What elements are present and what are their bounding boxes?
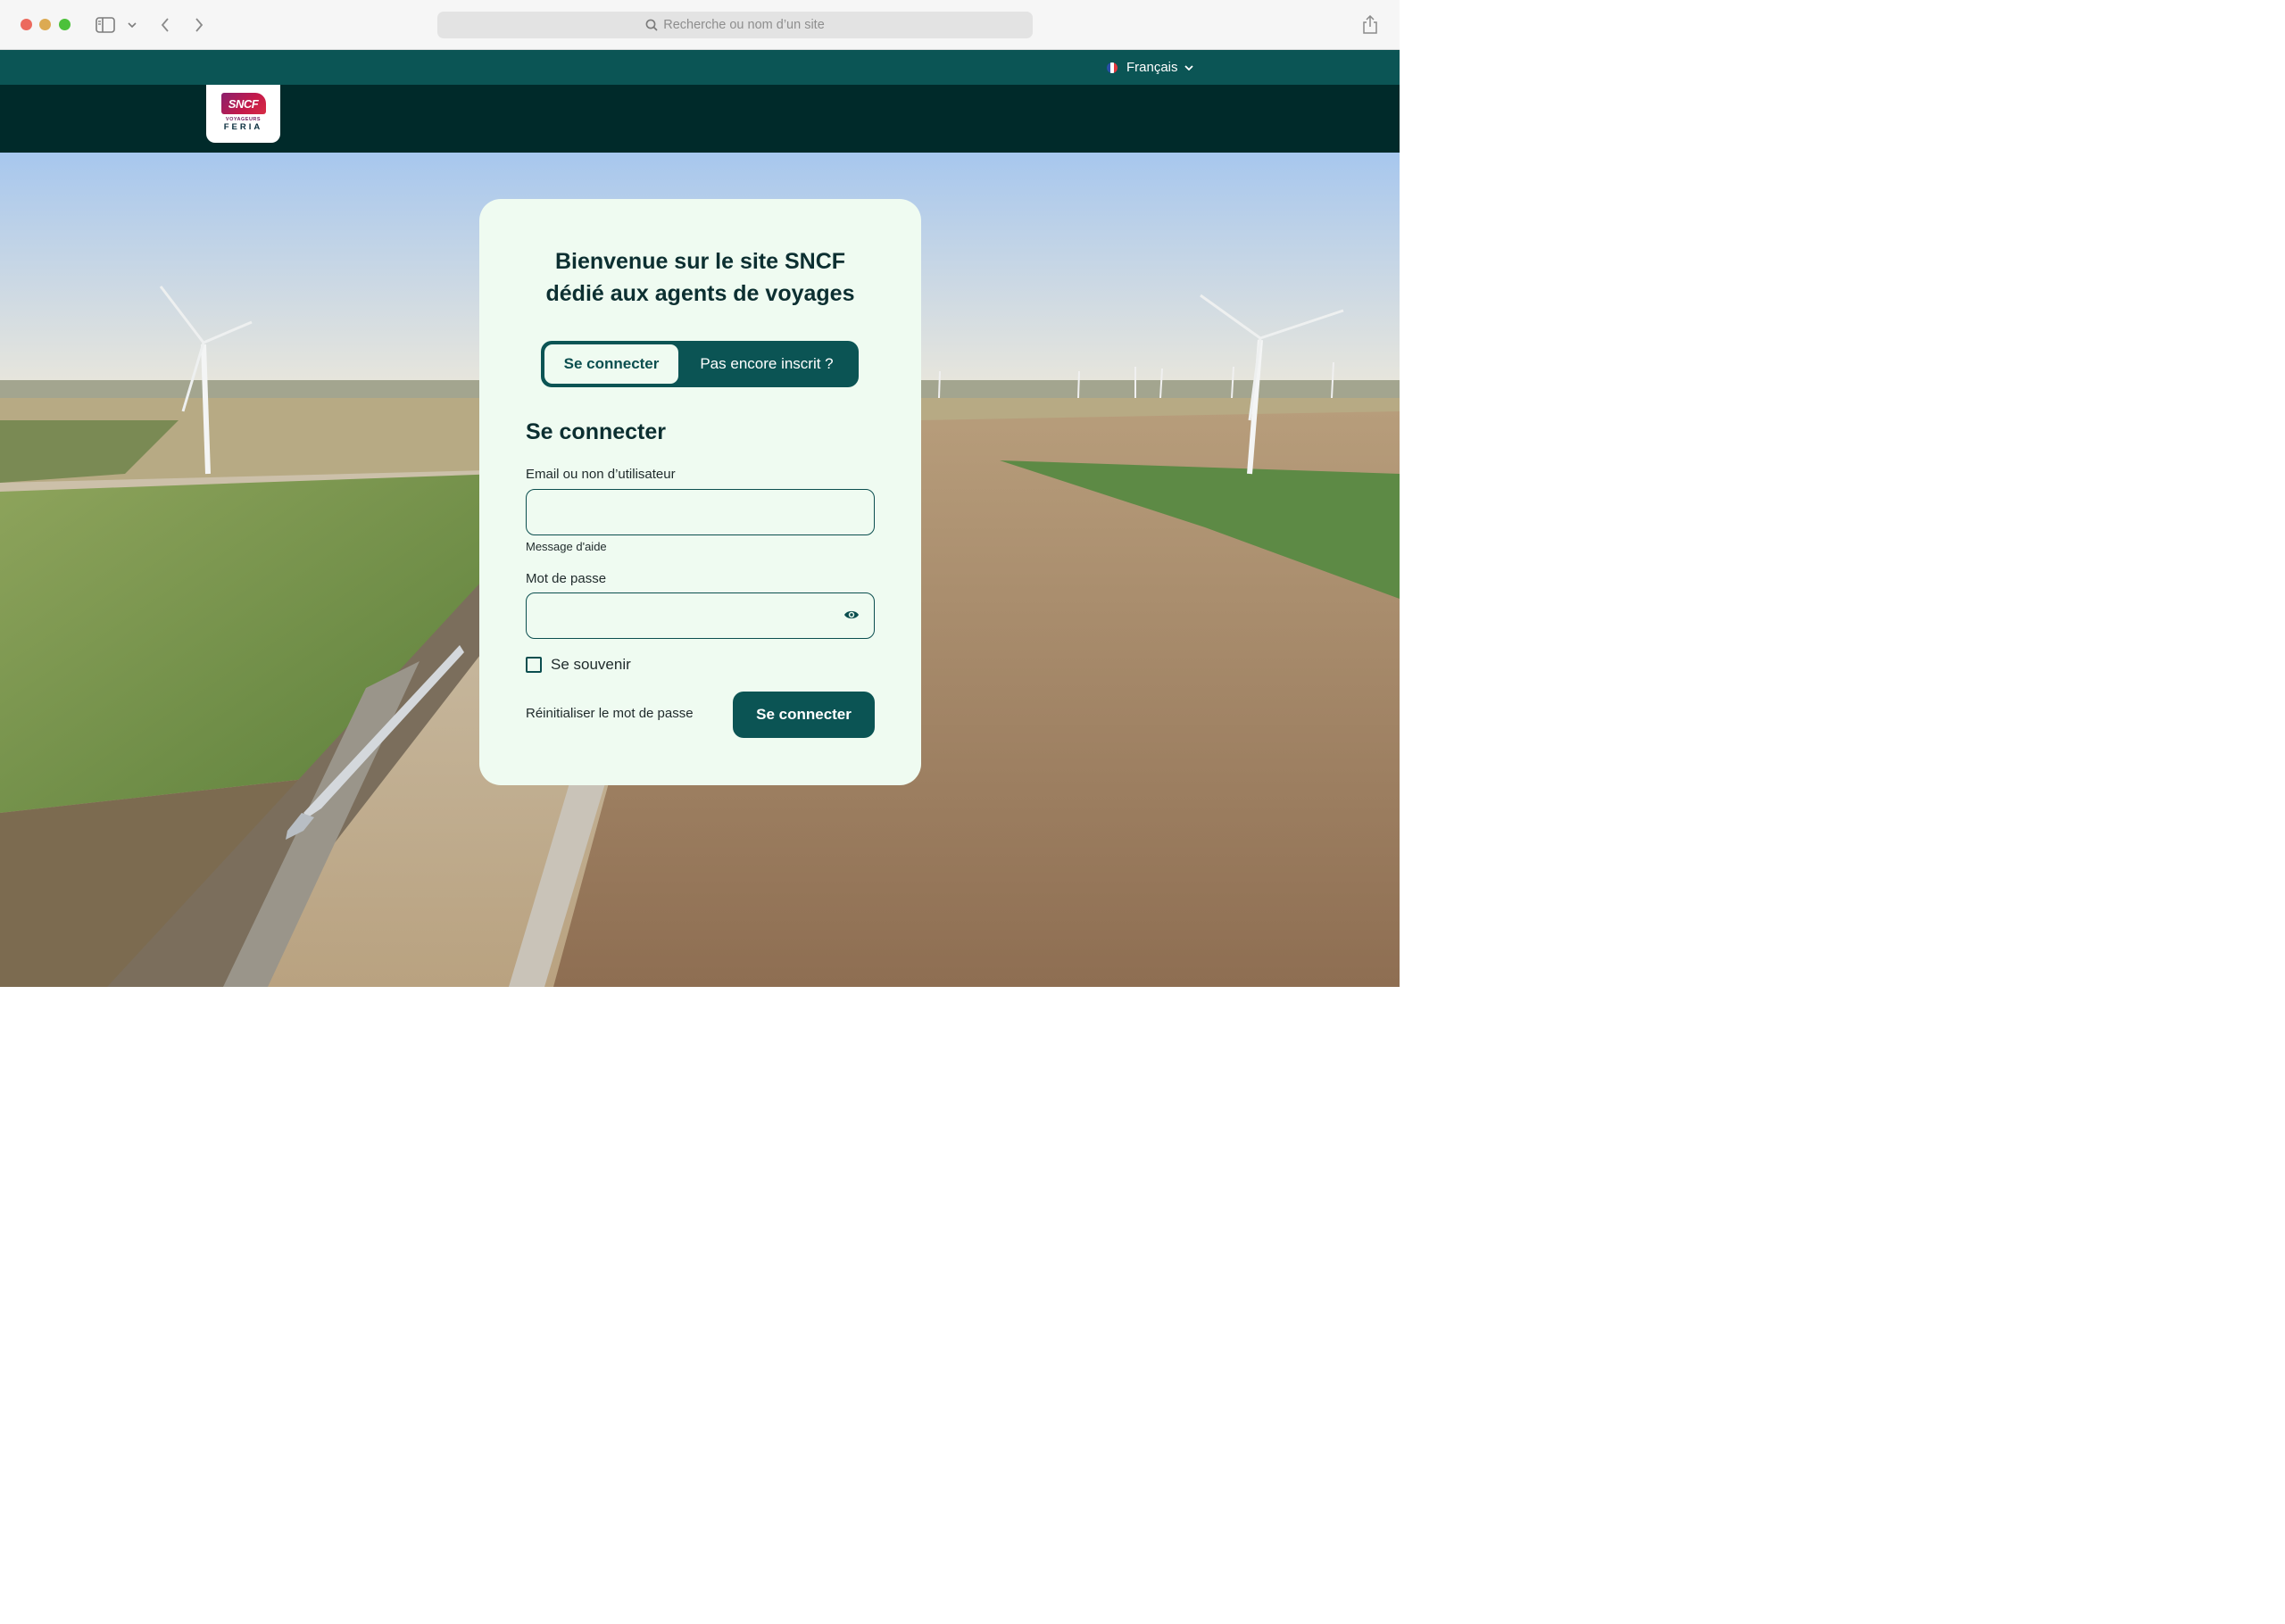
welcome-title-line2: dédié aux agents de voyages <box>545 281 855 306</box>
tab-login[interactable]: Se connecter <box>544 344 678 384</box>
remember-checkbox[interactable] <box>526 657 542 673</box>
french-flag-icon <box>1107 62 1118 73</box>
browser-toolbar: Recherche ou nom d’un site <box>0 0 1400 50</box>
welcome-title-line1: Bienvenue sur le site SNCF <box>554 249 846 274</box>
address-placeholder: Recherche ou nom d’un site <box>663 18 825 32</box>
zoom-window-button[interactable] <box>59 19 71 30</box>
email-label: Email ou non d’utilisateur <box>526 467 676 482</box>
email-input[interactable] <box>527 490 874 534</box>
show-password-eye-icon[interactable] <box>843 609 860 621</box>
chevron-down-icon <box>1184 64 1193 70</box>
chevron-down-icon[interactable] <box>125 12 139 37</box>
tab-register[interactable]: Pas encore inscrit ? <box>678 344 855 384</box>
minimize-window-button[interactable] <box>39 19 51 30</box>
welcome-title: Bienvenue sur le site SNCF dédié aux age… <box>479 245 921 310</box>
email-field[interactable] <box>526 489 875 535</box>
login-card: Bienvenue sur le site SNCF dédié aux age… <box>479 199 921 785</box>
language-label: Français <box>1126 60 1178 75</box>
login-section-title: Se connecter <box>526 419 667 444</box>
language-bar: Français <box>0 50 1400 85</box>
password-input[interactable] <box>527 593 874 638</box>
reset-password-link[interactable]: Réinitialiser le mot de passe <box>526 706 694 721</box>
email-helper-text: Message d'aide <box>526 540 607 553</box>
login-submit-button[interactable]: Se connecter <box>733 692 875 738</box>
remember-me[interactable]: Se souvenir <box>526 656 631 674</box>
back-arrow-icon[interactable] <box>155 12 175 37</box>
auth-tabs: Se connecter Pas encore inscrit ? <box>541 341 859 387</box>
sidebar-icon[interactable] <box>93 12 118 37</box>
close-window-button[interactable] <box>21 19 32 30</box>
share-icon[interactable] <box>1359 12 1382 37</box>
forward-arrow-icon[interactable] <box>189 12 209 37</box>
password-field[interactable] <box>526 592 875 639</box>
logo-mark: SNCF <box>220 93 266 114</box>
logo-name: FERIA <box>223 122 263 132</box>
remember-label: Se souvenir <box>551 656 631 673</box>
address-bar[interactable]: Recherche ou nom d’un site <box>437 12 1033 38</box>
sncf-feria-logo[interactable]: SNCF VOYAGEURS FERIA <box>206 85 280 143</box>
password-label: Mot de passe <box>526 571 607 586</box>
search-icon <box>645 19 658 31</box>
language-selector[interactable]: Français <box>1107 50 1193 85</box>
